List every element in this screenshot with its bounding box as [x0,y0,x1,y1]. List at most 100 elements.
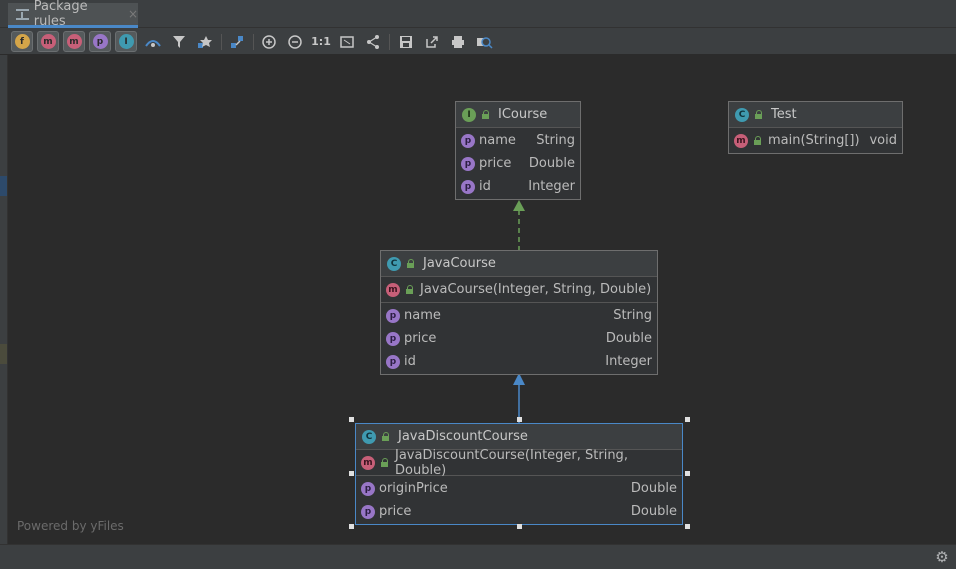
field-type: Double [605,331,652,346]
print-icon [452,35,464,48]
zoom-in-button[interactable] [258,31,280,52]
tab-bar: Package rules × [0,0,956,29]
inner-classes-filter-icon: I [118,34,134,49]
class-node-icourse[interactable]: I ICourse p name String p price Double p… [455,101,581,200]
fit-content-icon [340,35,354,48]
field-type: Integer [528,179,575,194]
field-row[interactable]: p name String [456,129,580,152]
property-icon: p [461,133,475,148]
actual-size-button[interactable]: 1:1 [310,31,332,52]
gear-icon[interactable]: ⚙ [934,549,950,565]
layout-button[interactable] [226,31,248,52]
constructor-row[interactable]: m JavaCourse(Integer, String, Double) [381,278,657,301]
zoom-in-icon [262,34,276,49]
resize-handle[interactable] [349,524,354,529]
filter-button[interactable] [168,31,190,52]
print-preview-button[interactable] [473,31,495,52]
resize-handle[interactable] [349,417,354,422]
constructor-row[interactable]: m JavaDiscountCourse(Integer, String, Do… [356,448,682,478]
field-row[interactable]: p price Double [456,152,580,175]
class-node-javadiscountcourse[interactable]: C JavaDiscountCourse m JavaDiscountCours… [355,423,683,525]
method-icon: m [734,133,748,148]
property-icon: p [386,331,400,346]
node-title: JavaDiscountCourse [398,429,528,444]
field-row[interactable]: p id Integer [456,175,580,198]
left-gutter [0,55,8,544]
close-icon[interactable]: × [128,7,138,21]
class-icon: C [362,429,376,444]
resize-handle[interactable] [517,524,522,529]
field-row[interactable]: p price Double [356,500,682,523]
inner-classes-filter-button[interactable]: I [115,31,137,52]
class-icon: C [387,256,401,271]
class-icon: C [735,107,749,122]
class-node-test[interactable]: C Test m main(String[]) void [728,101,903,154]
powered-by-label: Powered by yFiles [17,519,124,533]
resize-handle[interactable] [685,471,690,476]
fields-filter-icon: f [14,34,30,49]
node-header: C Test [729,102,902,128]
methods-filter-button[interactable]: m [63,31,85,52]
field-type: Integer [605,354,652,369]
diagram-canvas[interactable]: I ICourse p name String p price Double p… [8,55,956,544]
method-row[interactable]: m main(String[]) void [729,129,902,152]
field-row[interactable]: p id Integer [381,350,657,373]
field-row[interactable]: p originPrice Double [356,477,682,500]
resize-handle[interactable] [349,471,354,476]
node-header: C JavaDiscountCourse [356,424,682,450]
methods-section: m main(String[]) void [729,128,902,153]
resize-handle[interactable] [685,524,690,529]
export-button[interactable] [421,31,443,52]
toolbar-separator [253,34,254,50]
constructor-signature: JavaDiscountCourse(Integer, String, Doub… [395,447,628,478]
method-return-type: void [869,133,897,148]
change-visibility-button[interactable] [142,31,164,52]
node-title: ICourse [498,107,548,122]
print-button[interactable] [447,31,469,52]
fields-section: p name String p price Double p id Intege… [456,128,580,199]
save-icon [400,35,412,48]
show-dependencies-button[interactable] [194,31,216,52]
interface-icon: I [462,107,476,122]
method-name: main(String[]) [768,133,860,148]
node-header: C JavaCourse [381,251,657,277]
property-icon: p [461,156,475,171]
field-row[interactable]: p price Double [381,327,657,350]
class-node-javacourse[interactable]: C JavaCourse m JavaCourse(Integer, Strin… [380,250,658,375]
tab-package-rules[interactable]: Package rules × [8,0,138,29]
field-type: Double [630,481,677,496]
field-name: id [479,179,491,194]
method-icon: m [386,282,400,297]
field-name: price [404,331,437,346]
public-lock-icon [482,110,490,119]
property-icon: p [386,308,400,323]
fit-content-button[interactable] [336,31,358,52]
field-row[interactable]: p name String [381,304,657,327]
zoom-out-icon [288,34,302,49]
status-bar: ⚙ [0,544,956,569]
node-header: I ICourse [456,102,580,128]
property-icon: p [386,354,400,369]
field-name: name [479,133,516,148]
filter-icon [173,35,185,48]
field-name: id [404,354,416,369]
save-button[interactable] [395,31,417,52]
resize-handle[interactable] [517,417,522,422]
apply-layout-button[interactable] [362,31,384,52]
field-name: originPrice [379,481,448,496]
public-lock-icon [754,136,762,145]
gutter-marker [0,344,7,364]
constructors-filter-icon: m [40,34,56,49]
properties-filter-button[interactable]: p [89,31,111,52]
resize-handle[interactable] [685,417,690,422]
implements-arrowhead [513,200,525,211]
change-visibility-icon [145,39,161,47]
zoom-out-button[interactable] [284,31,306,52]
property-icon: p [461,179,475,194]
methods-filter-icon: m [66,34,82,49]
fields-filter-button[interactable]: f [11,31,33,52]
toolbar-separator [389,34,390,50]
node-title: Test [771,107,797,122]
public-lock-icon [406,285,414,294]
constructors-filter-button[interactable]: m [37,31,59,52]
